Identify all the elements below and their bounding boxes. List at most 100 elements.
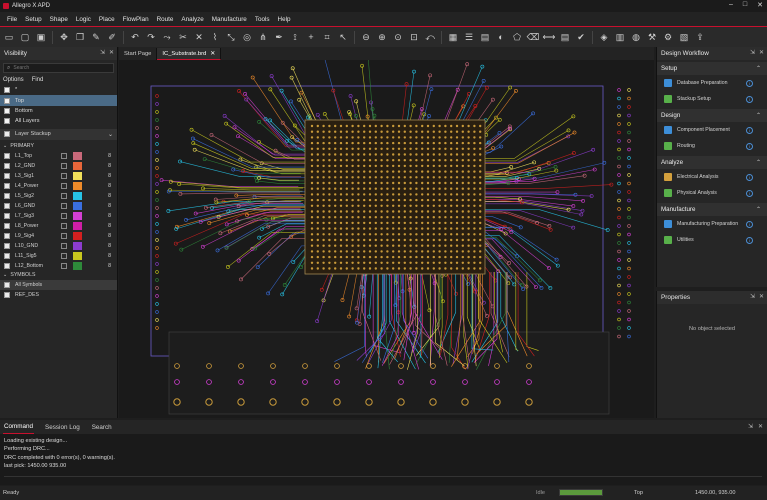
workflow-group[interactable]: Analyze ⌃ (657, 156, 767, 169)
drc-icon[interactable]: ✔ (575, 31, 587, 43)
save-icon[interactable]: ▣ (35, 31, 47, 43)
document-tab[interactable]: IC_Substrate.brd ✕ (157, 48, 222, 60)
checkbox[interactable] (4, 131, 10, 138)
document-tab[interactable]: Start Page (119, 48, 158, 60)
delete-shape-icon[interactable]: ⌫ (527, 31, 540, 43)
export-icon[interactable]: ⇪ (694, 31, 706, 43)
visibility-checkbox[interactable] (4, 152, 10, 159)
menu-flowplan[interactable]: FlowPlan (119, 16, 153, 23)
checkbox[interactable] (4, 291, 10, 298)
workflow-item[interactable]: Electrical Analysis i (657, 169, 767, 185)
menu-help[interactable]: Help (274, 16, 295, 23)
layer-option-checkbox[interactable] (61, 212, 67, 219)
fanout-icon[interactable]: ⟟ (289, 31, 301, 43)
chevron-up-icon[interactable]: ⌃ (756, 206, 761, 213)
workflow-group[interactable]: Design ⌃ (657, 109, 767, 122)
symbols-section-header[interactable]: ⌄ SYMBOLS (0, 271, 117, 280)
board-view[interactable] (119, 60, 654, 418)
cursor-icon[interactable]: ↖ (337, 31, 349, 43)
layer-row[interactable]: L3_Sig1 8 (0, 171, 117, 181)
pen-icon[interactable]: ✒ (273, 31, 285, 43)
chevron-down-icon[interactable]: ⌄ (108, 131, 113, 138)
visibility-row[interactable]: All Layers (0, 116, 117, 126)
symbol-row[interactable]: REF_DES (0, 290, 117, 300)
layer-color-swatch[interactable] (73, 211, 82, 220)
layer-option-checkbox[interactable] (61, 192, 67, 199)
chevron-up-icon[interactable]: ⌃ (756, 159, 761, 166)
layer-row[interactable]: L8_Power 8 (0, 221, 117, 231)
folder-open-icon[interactable]: ▭ (3, 31, 15, 43)
close-icon[interactable]: ✕ (758, 423, 763, 430)
layer-color-swatch[interactable] (73, 171, 82, 180)
pin-icon[interactable]: ⇲ (750, 293, 755, 300)
layer-row[interactable]: L2_GND 8 (0, 161, 117, 171)
close-icon[interactable]: ✕ (759, 293, 764, 300)
close-icon[interactable]: ✕ (109, 49, 114, 56)
layer-option-checkbox[interactable] (61, 152, 67, 159)
zoom-window-icon[interactable]: ⊡ (408, 31, 420, 43)
grid-icon[interactable]: ▦ (447, 31, 459, 43)
cut-icon[interactable]: ✂ (177, 31, 189, 43)
tools-icon[interactable]: ⚒ (646, 31, 658, 43)
layer-row[interactable]: L9_Sig4 8 (0, 231, 117, 241)
route-icon[interactable]: ⤳ (161, 31, 173, 43)
workflow-item[interactable]: Manufacturing Preparation i (657, 216, 767, 232)
close-icon[interactable]: ✕ (757, 1, 763, 9)
draw-icon[interactable]: ✐ (106, 31, 118, 43)
visibility-checkbox[interactable] (4, 172, 10, 179)
layer-color-swatch[interactable] (73, 181, 82, 190)
visibility-checkbox[interactable] (4, 162, 10, 169)
visibility-row[interactable]: Top (0, 95, 117, 106)
visibility-checkbox[interactable] (4, 252, 10, 259)
layer-color-swatch[interactable] (73, 151, 82, 160)
visibility-search-input[interactable]: ⌕ Search (3, 63, 114, 73)
tab-search[interactable]: Search (91, 420, 113, 434)
new-file-icon[interactable]: ▢ (19, 31, 31, 43)
layer-row[interactable]: L10_GND 8 (0, 241, 117, 251)
snap-icon[interactable]: ⌗ (321, 31, 333, 43)
workflow-item[interactable]: Routing i (657, 138, 767, 154)
layer-color-swatch[interactable] (73, 221, 82, 230)
zoom-in-icon[interactable]: ⊕ (376, 31, 388, 43)
checkbox[interactable] (4, 107, 10, 114)
settings-icon[interactable]: ⚙ (662, 31, 674, 43)
tab-session-log[interactable]: Session Log (44, 420, 81, 434)
3d-icon[interactable]: ◈ (598, 31, 610, 43)
visibility-row[interactable]: Bottom (0, 106, 117, 116)
shape-icon[interactable]: ⬠ (511, 31, 523, 43)
layer-color-swatch[interactable] (73, 191, 82, 200)
close-tab-icon[interactable]: ✕ (210, 50, 215, 57)
checkbox[interactable] (4, 87, 10, 94)
design-canvas[interactable] (119, 60, 654, 418)
info-icon[interactable]: i (746, 173, 753, 181)
menu-route[interactable]: Route (153, 16, 178, 23)
edit-icon[interactable]: ✎ (90, 31, 102, 43)
layer-option-checkbox[interactable] (61, 262, 67, 269)
film-icon[interactable]: ▤ (479, 31, 491, 43)
menu-shape[interactable]: Shape (46, 16, 72, 23)
workflow-item[interactable]: Physical Analysis i (657, 185, 767, 201)
layer-row[interactable]: L4_Power 8 (0, 181, 117, 191)
layer-color-swatch[interactable] (73, 241, 82, 250)
minimize-icon[interactable]: – (729, 1, 733, 9)
workflow-group[interactable]: Setup ⌃ (657, 62, 767, 75)
layer-option-checkbox[interactable] (61, 162, 67, 169)
copy-icon[interactable]: ❐ (74, 31, 86, 43)
via-icon[interactable]: ◎ (241, 31, 253, 43)
primary-section-header[interactable]: ⌄ PRIMARY (0, 142, 117, 151)
add-icon[interactable]: + (305, 31, 317, 43)
layer-option-checkbox[interactable] (61, 182, 67, 189)
delete-icon[interactable]: ✕ (193, 31, 205, 43)
layer-color-swatch[interactable] (73, 251, 82, 260)
script-icon[interactable]: ▧ (678, 31, 690, 43)
visibility-checkbox[interactable] (4, 232, 10, 239)
layer-option-checkbox[interactable] (61, 222, 67, 229)
pin-icon[interactable]: ⇲ (748, 423, 753, 430)
menu-setup[interactable]: Setup (21, 16, 45, 23)
spread-icon[interactable]: ⋔ (257, 31, 269, 43)
info-icon[interactable]: i (746, 79, 753, 87)
close-icon[interactable]: ✕ (759, 49, 764, 56)
chevron-up-icon[interactable]: ⌃ (756, 112, 761, 119)
maximize-icon[interactable]: □ (743, 1, 747, 9)
checkbox[interactable] (4, 281, 10, 288)
